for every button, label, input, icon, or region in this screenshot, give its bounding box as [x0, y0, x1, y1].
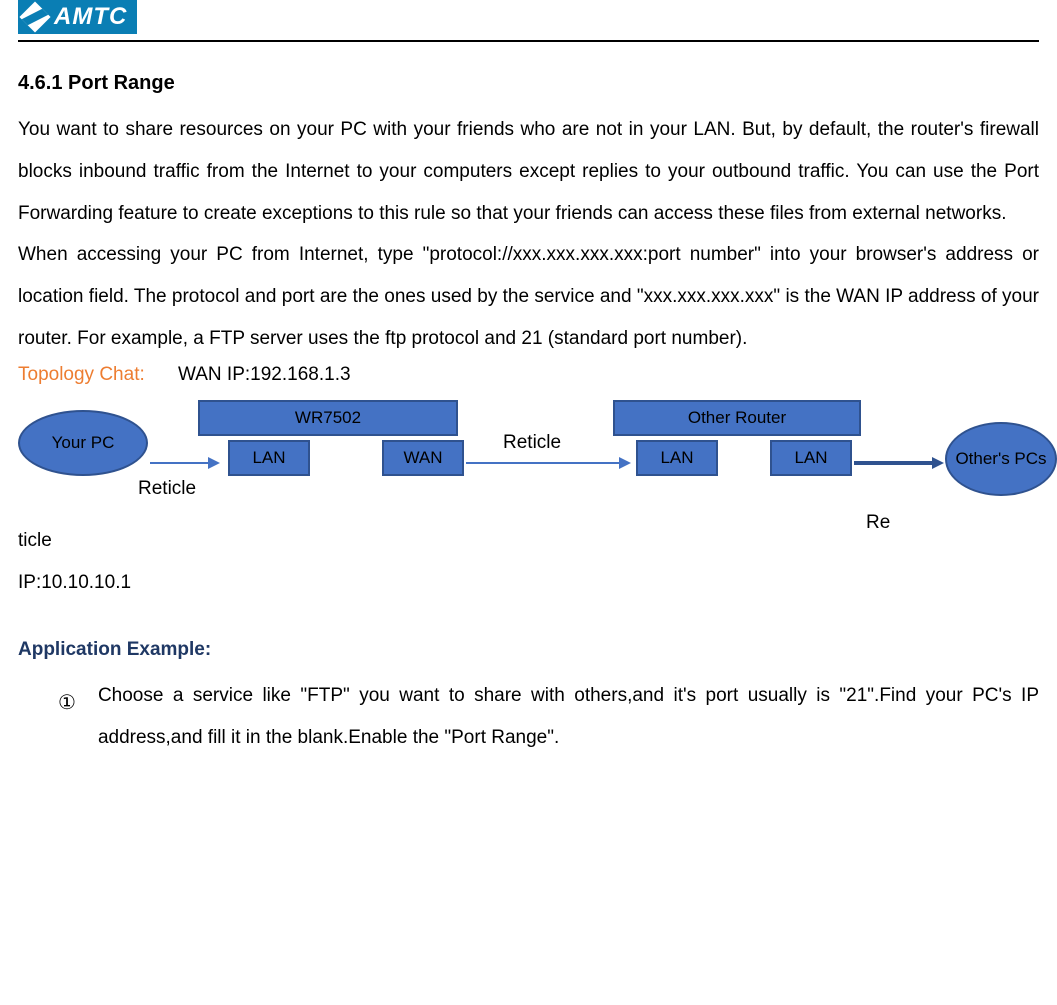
- step-text-1: Choose a service like "FTP" you want to …: [98, 675, 1039, 759]
- topology-label: Topology Chat:: [18, 364, 145, 385]
- node-others-pcs: Other's PCs: [945, 422, 1057, 496]
- logo-text: AMTC: [54, 3, 127, 31]
- reticle-label-top: Reticle: [503, 432, 561, 454]
- node-your-pc: Your PC: [18, 410, 148, 476]
- port-wan-wr7502: WAN: [382, 440, 464, 476]
- node-other-router: Other Router: [613, 400, 861, 436]
- wan-ip-text: WAN IP:192.168.1.3: [178, 364, 351, 385]
- header-divider: [18, 40, 1039, 42]
- node-router-wr7502: WR7502: [198, 400, 458, 436]
- example-step-1: ① Choose a service like "FTP" you want t…: [58, 675, 1039, 759]
- section-heading: 4.6.1 Port Range: [18, 72, 1039, 95]
- step-number-1: ①: [58, 681, 76, 725]
- reticle-label-left: Reticle: [138, 478, 196, 500]
- logo-icon: [19, 1, 50, 32]
- port-lan-wr7502: LAN: [228, 440, 310, 476]
- port-lan-other-1: LAN: [636, 440, 718, 476]
- connector-arrow-2: [466, 457, 631, 469]
- topology-line: Topology Chat: WAN IP:192.168.1.3: [18, 364, 1039, 386]
- arrow-right-icon: [619, 457, 631, 469]
- connector-arrow-3: [854, 457, 944, 469]
- topology-diagram: Your PC WR7502 LAN WAN Other Router LAN …: [18, 400, 1039, 520]
- brand-logo: AMTC: [18, 0, 137, 34]
- header: AMTC: [18, 0, 1039, 34]
- application-example-heading: Application Example:: [18, 639, 1039, 661]
- ip-line: IP:10.10.10.1: [18, 562, 1039, 604]
- paragraph-2: When accessing your PC from Internet, ty…: [18, 234, 1039, 359]
- arrow-right-icon: [208, 457, 220, 469]
- paragraph-1: You want to share resources on your PC w…: [18, 109, 1039, 234]
- connector-arrow-1: [150, 457, 220, 469]
- port-lan-other-2: LAN: [770, 440, 852, 476]
- reticle-label-right-pre: Re: [866, 512, 890, 534]
- arrow-right-icon: [932, 457, 944, 469]
